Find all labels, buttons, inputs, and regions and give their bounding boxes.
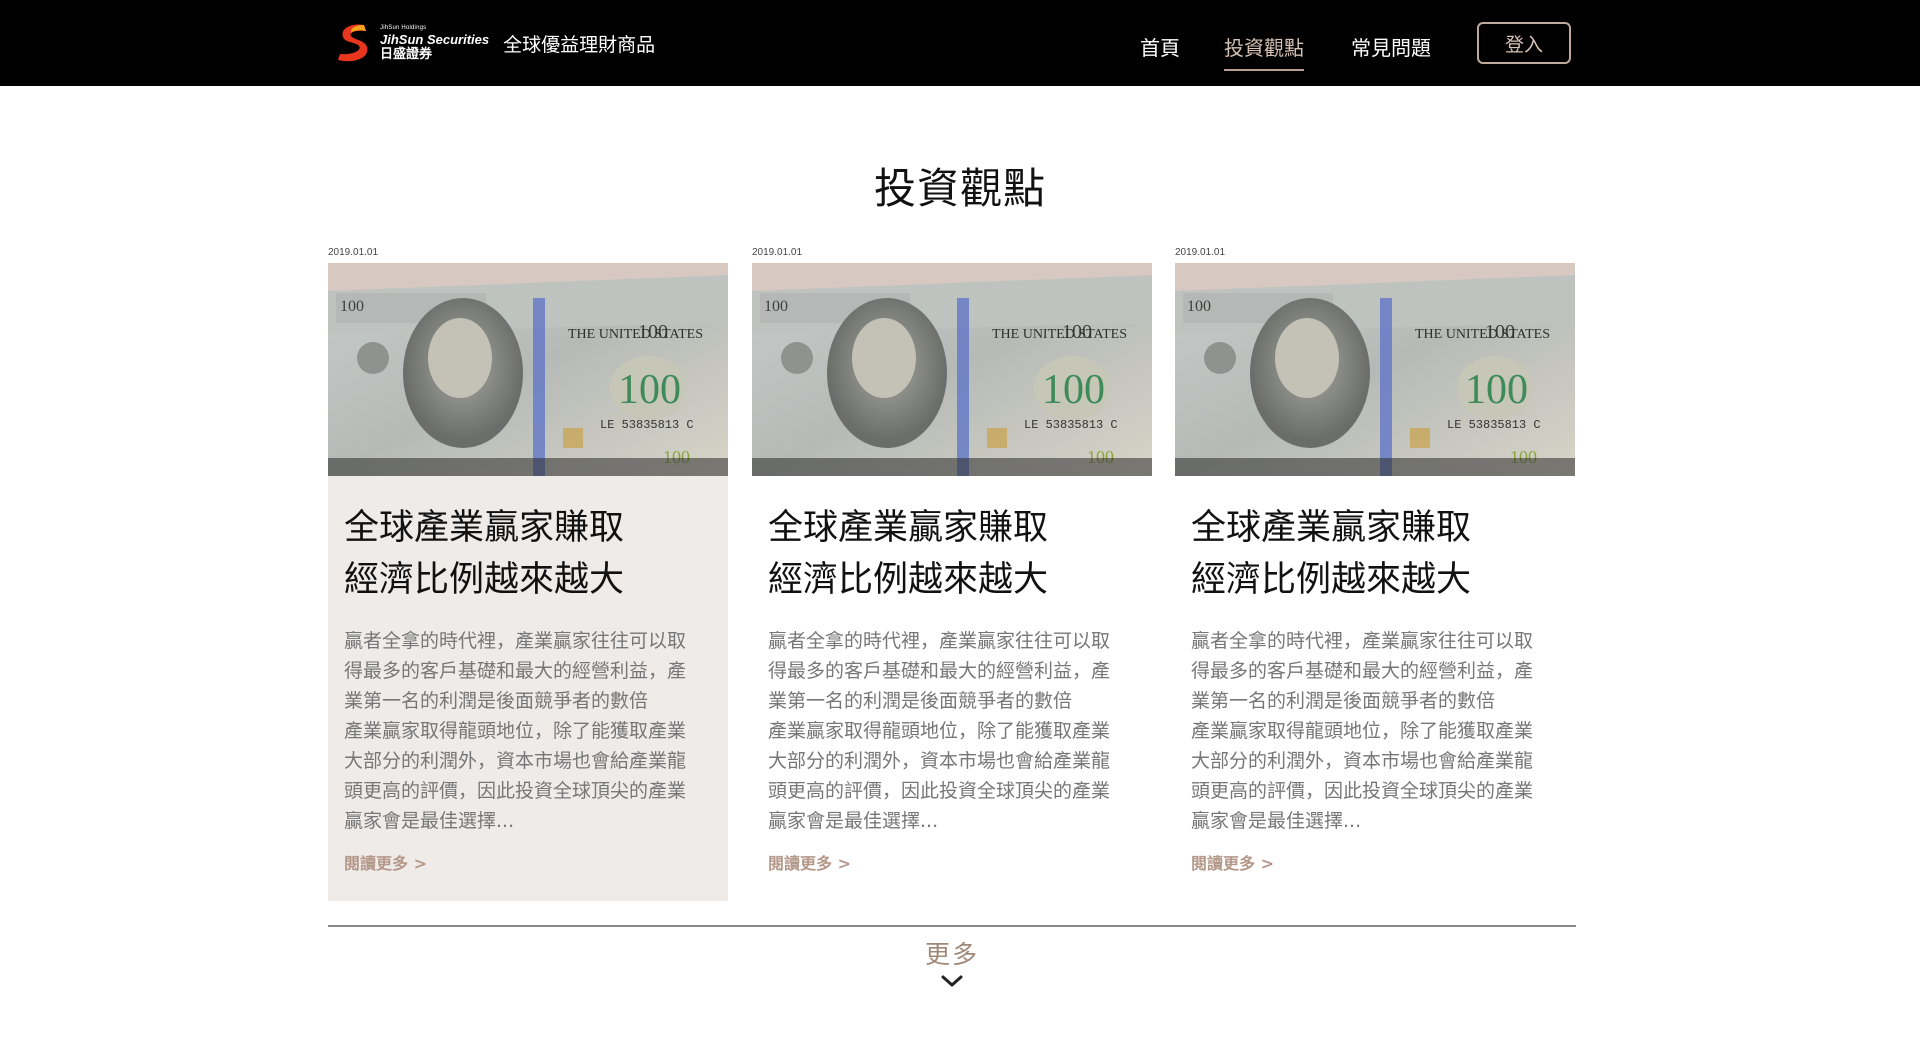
- page-title: 投資觀點: [873, 164, 1046, 213]
- article-image-dollar-bills: 100 100 THE UNITED STATES 100 LE 5383581…: [328, 263, 728, 476]
- top-navigation-bar: JihSun Holdings JihSun Securities 日盛證券 全…: [0, 0, 1920, 86]
- article-title[interactable]: 全球產業贏家賺取 經濟比例越來越大: [344, 476, 712, 606]
- excerpt-line: 贏者全拿的時代裡，產業贏家往往可以取: [344, 630, 687, 652]
- article-excerpt: 贏者全拿的時代裡，產業贏家往往可以取 得最多的客戶基礎和最大的經營利益，產 業第…: [344, 626, 712, 836]
- excerpt-line: 大部分的利潤外，資本市場也會給產業龍: [1191, 750, 1534, 772]
- excerpt-line: 大部分的利潤外，資本市場也會給產業龍: [768, 750, 1111, 772]
- excerpt-line: 產業贏家取得龍頭地位，除了能獲取產業: [344, 720, 687, 742]
- jihsun-s-logo-icon: [338, 24, 368, 62]
- excerpt-line: 贏家會是最佳選擇...: [768, 810, 939, 832]
- svg-text:100: 100: [1465, 367, 1528, 413]
- load-more-label: 更多: [924, 940, 979, 969]
- load-more-button[interactable]: 更多: [900, 935, 1004, 989]
- chevron-down-icon: [941, 975, 963, 987]
- article-title-line: 經濟比例越來越大: [768, 560, 1049, 600]
- login-button[interactable]: 登入: [1477, 22, 1571, 64]
- svg-text:100: 100: [1187, 298, 1211, 315]
- nav-home[interactable]: 首頁: [1140, 32, 1180, 61]
- svg-text:LE 53835813 C: LE 53835813 C: [1024, 418, 1118, 432]
- article-card[interactable]: 2019.01.01 100 100 THE UNITED STATES 100…: [328, 246, 728, 901]
- article-body: 全球產業贏家賺取 經濟比例越來越大 贏者全拿的時代裡，產業贏家往往可以取 得最多…: [1175, 476, 1575, 901]
- article-title[interactable]: 全球產業贏家賺取 經濟比例越來越大: [1191, 476, 1559, 606]
- logo-holdings-text: JihSun Holdings: [380, 25, 427, 31]
- read-more-link[interactable]: 閱讀更多 >: [1191, 850, 1274, 874]
- svg-text:100: 100: [764, 298, 788, 315]
- site-tagline: 全球優益理財商品: [503, 33, 656, 56]
- excerpt-line: 贏家會是最佳選擇...: [1191, 810, 1362, 832]
- article-card[interactable]: 2019.01.01 100 100 THE UNITED STATES 100…: [752, 246, 1152, 901]
- excerpt-line: 得最多的客戶基礎和最大的經營利益，產: [1191, 660, 1534, 682]
- article-title-line: 經濟比例越來越大: [1191, 560, 1472, 600]
- logo-wordmark: JihSun Holdings JihSun Securities 日盛證券: [380, 25, 489, 61]
- svg-text:THE UNITED STATES: THE UNITED STATES: [992, 327, 1127, 342]
- article-title-line: 經濟比例越來越大: [344, 560, 625, 600]
- svg-text:LE 53835813 C: LE 53835813 C: [1447, 418, 1541, 432]
- excerpt-line: 業第一名的利潤是後面競爭者的數倍: [344, 690, 649, 712]
- nav-investment-insights[interactable]: 投資觀點: [1224, 32, 1304, 71]
- read-more-link[interactable]: 閱讀更多 >: [768, 850, 851, 874]
- nav-faq[interactable]: 常見問題: [1351, 32, 1431, 61]
- article-date: 2019.01.01: [328, 247, 379, 258]
- brand-logo-link[interactable]: JihSun Holdings JihSun Securities 日盛證券 全…: [334, 22, 655, 64]
- article-title-line: 全球產業贏家賺取: [344, 508, 625, 548]
- svg-text:LE 53835813 C: LE 53835813 C: [600, 418, 694, 432]
- excerpt-line: 頭更高的評價，因此投資全球頂尖的產業: [1191, 780, 1534, 802]
- svg-text:100: 100: [340, 298, 364, 315]
- article-card[interactable]: 2019.01.01 100 100 THE UNITED STATES 100…: [1175, 246, 1575, 901]
- logo-chinese-name: 日盛證券: [380, 47, 433, 62]
- article-title-line: 全球產業贏家賺取: [768, 508, 1049, 548]
- article-image-dollar-bills: 100 100 THE UNITED STATES 100 LE 5383581…: [1175, 263, 1575, 476]
- excerpt-line: 贏者全拿的時代裡，產業贏家往往可以取: [1191, 630, 1534, 652]
- svg-text:100: 100: [1042, 367, 1105, 413]
- excerpt-line: 頭更高的評價，因此投資全球頂尖的產業: [344, 780, 687, 802]
- article-title-line: 全球產業贏家賺取: [1191, 508, 1472, 548]
- svg-text:100: 100: [618, 367, 681, 413]
- article-image-dollar-bills: 100 100 THE UNITED STATES 100 LE 5383581…: [752, 263, 1152, 476]
- excerpt-line: 產業贏家取得龍頭地位，除了能獲取產業: [768, 720, 1111, 742]
- article-title[interactable]: 全球產業贏家賺取 經濟比例越來越大: [768, 476, 1136, 606]
- section-divider: [328, 925, 1576, 927]
- excerpt-line: 業第一名的利潤是後面競爭者的數倍: [768, 690, 1073, 712]
- excerpt-line: 產業贏家取得龍頭地位，除了能獲取產業: [1191, 720, 1534, 742]
- excerpt-line: 得最多的客戶基礎和最大的經營利益，產: [768, 660, 1111, 682]
- excerpt-line: 業第一名的利潤是後面競爭者的數倍: [1191, 690, 1496, 712]
- article-excerpt: 贏者全拿的時代裡，產業贏家往往可以取 得最多的客戶基礎和最大的經營利益，產 業第…: [768, 626, 1136, 836]
- svg-text:THE UNITED STATES: THE UNITED STATES: [568, 327, 703, 342]
- article-body: 全球產業贏家賺取 經濟比例越來越大 贏者全拿的時代裡，產業贏家往往可以取 得最多…: [328, 476, 728, 901]
- excerpt-line: 得最多的客戶基礎和最大的經營利益，產: [344, 660, 687, 682]
- read-more-link[interactable]: 閱讀更多 >: [344, 850, 427, 874]
- excerpt-line: 贏者全拿的時代裡，產業贏家往往可以取: [768, 630, 1111, 652]
- article-date: 2019.01.01: [752, 247, 803, 258]
- logo-english-name: JihSun Securities: [380, 32, 490, 47]
- svg-text:THE UNITED STATES: THE UNITED STATES: [1415, 327, 1550, 342]
- article-date: 2019.01.01: [1175, 247, 1226, 258]
- article-body: 全球產業贏家賺取 經濟比例越來越大 贏者全拿的時代裡，產業贏家往往可以取 得最多…: [752, 476, 1152, 901]
- article-excerpt: 贏者全拿的時代裡，產業贏家往往可以取 得最多的客戶基礎和最大的經營利益，產 業第…: [1191, 626, 1559, 836]
- excerpt-line: 贏家會是最佳選擇...: [344, 810, 515, 832]
- excerpt-line: 大部分的利潤外，資本市場也會給產業龍: [344, 750, 687, 772]
- excerpt-line: 頭更高的評價，因此投資全球頂尖的產業: [768, 780, 1111, 802]
